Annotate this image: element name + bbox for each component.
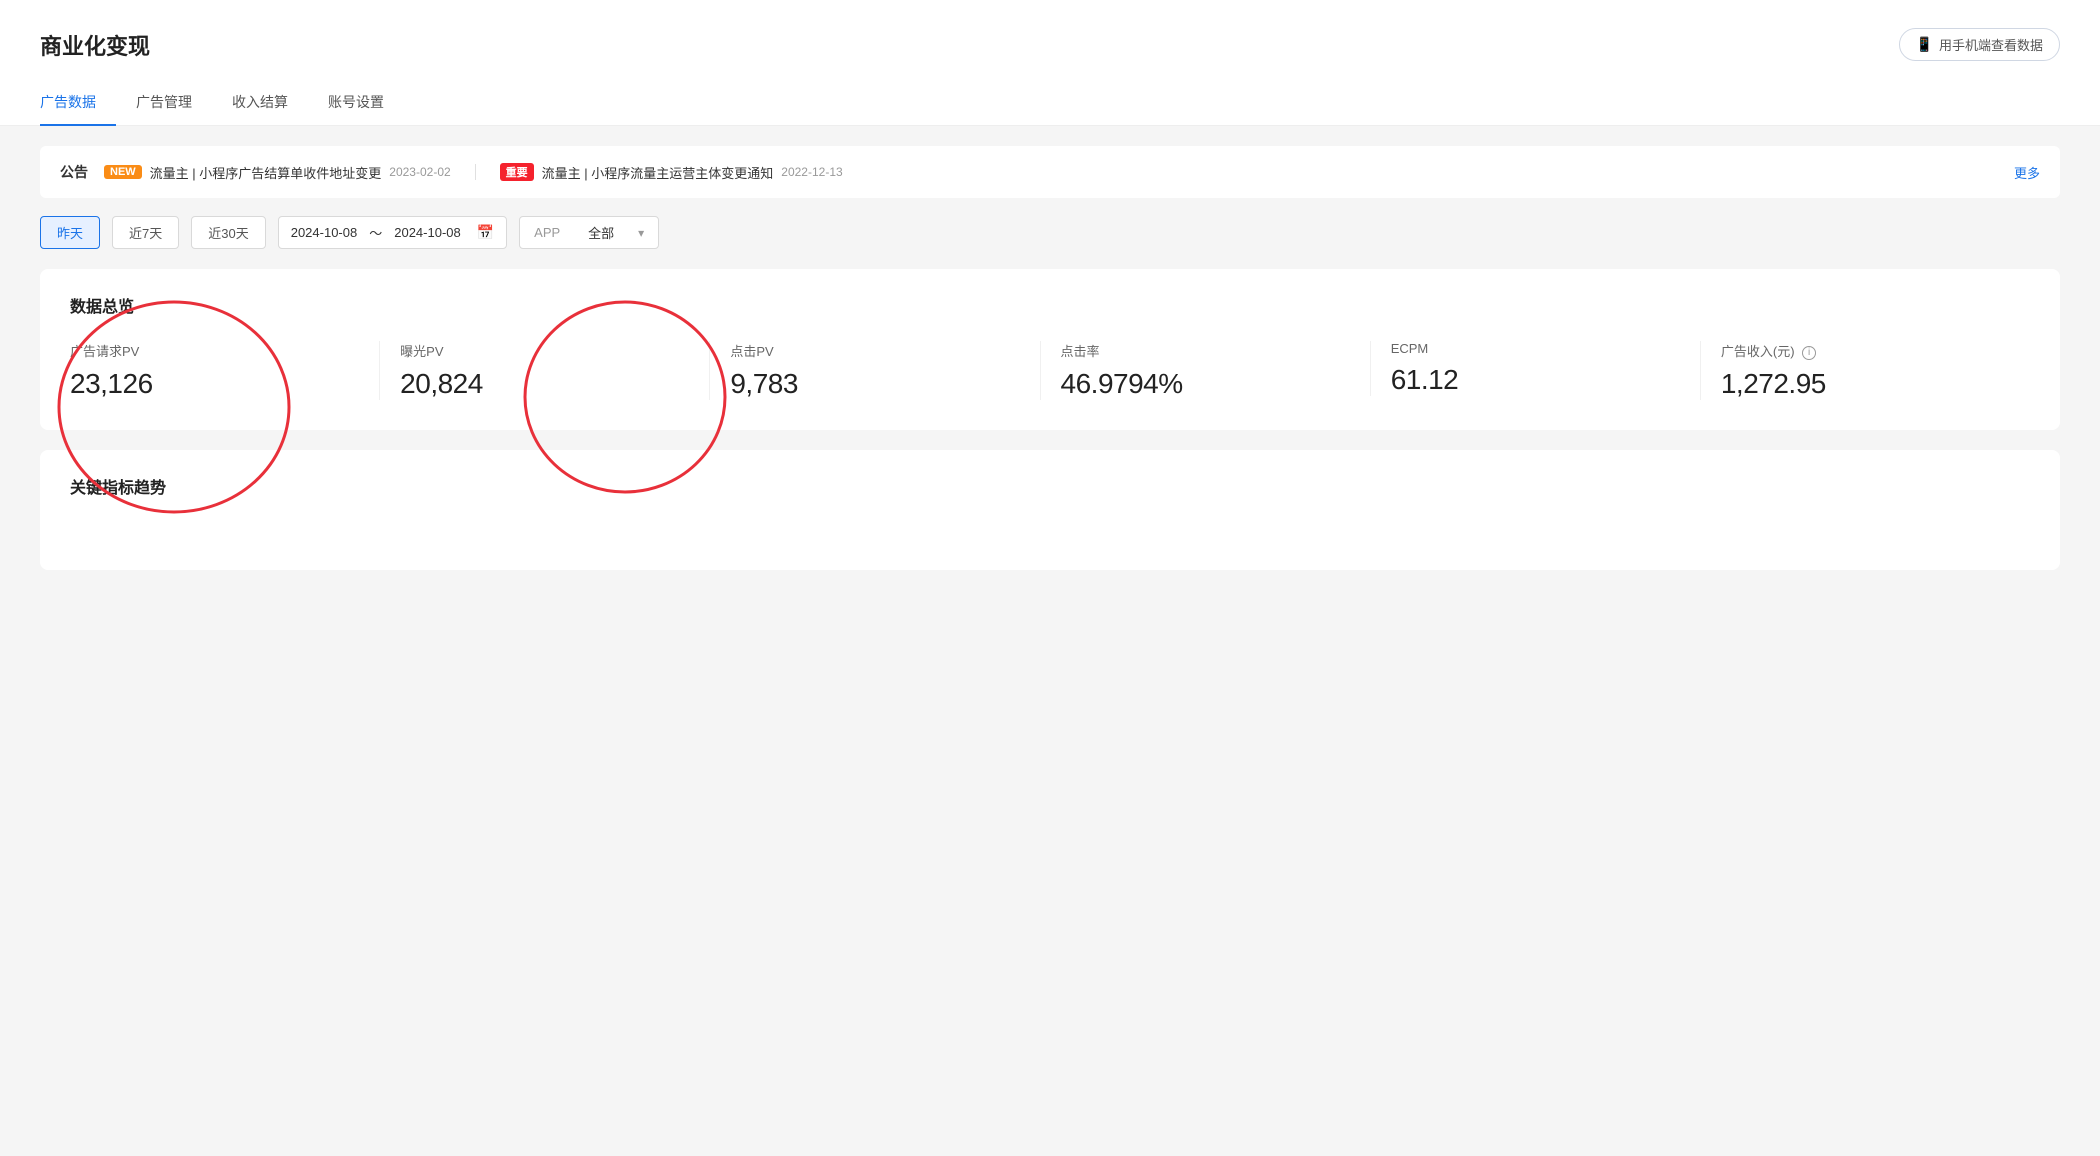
calendar-icon: 📅 xyxy=(477,224,494,241)
filter-yesterday[interactable]: 昨天 xyxy=(40,216,100,249)
header-area: 商业化变现 📱 用手机端查看数据 广告数据 广告管理 收入结算 账号设置 xyxy=(0,0,2100,126)
stat-label-ecpm: ECPM xyxy=(1391,341,1680,356)
info-icon-revenue[interactable]: i xyxy=(1802,346,1816,360)
stats-row: 广告请求PV 23,126 曝光PV 20,824 点击PV 9,783 点击率… xyxy=(70,341,2030,400)
stat-value-exposure-pv: 20,824 xyxy=(400,368,689,400)
stat-ad-revenue: 广告收入(元) i 1,272.95 xyxy=(1700,341,2030,400)
content-area: 公告 NEW 流量主 | 小程序广告结算单收件地址变更 2023-02-02 重… xyxy=(0,126,2100,610)
tab-income[interactable]: 收入结算 xyxy=(232,82,308,126)
announcement-date-1: 2023-02-02 xyxy=(389,165,450,179)
more-link[interactable]: 更多 xyxy=(2014,163,2040,182)
date-range-picker[interactable]: 2024-10-08 ～ 2024-10-08 📅 xyxy=(278,216,507,249)
mobile-view-button[interactable]: 📱 用手机端查看数据 xyxy=(1899,28,2060,61)
date-separator: ～ xyxy=(369,223,382,242)
stat-exposure-pv: 曝光PV 20,824 xyxy=(379,341,709,400)
stat-ad-request-pv: 广告请求PV 23,126 xyxy=(70,341,379,400)
stat-click-pv: 点击PV 9,783 xyxy=(709,341,1039,400)
stat-label-ad-revenue: 广告收入(元) i xyxy=(1721,341,2010,360)
stat-value-ecpm: 61.12 xyxy=(1391,364,1680,396)
stat-label-click-pv: 点击PV xyxy=(730,341,1019,360)
trend-section-title: 关键指标趋势 xyxy=(70,474,2030,498)
announcement-label: 公告 xyxy=(60,162,88,182)
stat-label-ad-request-pv: 广告请求PV xyxy=(70,341,359,360)
announcement-date-2: 2022-12-13 xyxy=(781,165,842,179)
announcement-text-2[interactable]: 流量主 | 小程序流量主运营主体变更通知 xyxy=(542,163,774,182)
stat-value-ad-request-pv: 23,126 xyxy=(70,368,359,400)
announcement-item-1: NEW 流量主 | 小程序广告结算单收件地址变更 2023-02-02 xyxy=(104,163,451,182)
stats-section-title: 数据总览 xyxy=(70,293,2030,317)
stat-value-click-pv: 9,783 xyxy=(730,368,1019,400)
announcement-item-2: 重要 流量主 | 小程序流量主运营主体变更通知 2022-12-13 xyxy=(500,163,843,182)
stats-card-wrapper: 数据总览 广告请求PV 23,126 曝光PV 20,824 点击PV 9,78… xyxy=(40,269,2060,430)
app-filter[interactable]: APP 全部 ▾ xyxy=(519,216,659,249)
badge-new: NEW xyxy=(104,165,142,179)
app-filter-value: 全部 xyxy=(588,223,614,242)
announcement-divider xyxy=(475,164,476,180)
stat-ecpm: ECPM 61.12 xyxy=(1370,341,1700,396)
page-title: 商业化变现 xyxy=(40,29,150,61)
trend-card: 关键指标趋势 xyxy=(40,450,2060,570)
date-to: 2024-10-08 xyxy=(394,225,461,240)
stat-label-exposure-pv: 曝光PV xyxy=(400,341,689,360)
stat-value-ad-revenue: 1,272.95 xyxy=(1721,368,2010,400)
app-filter-label: APP xyxy=(534,225,560,240)
stat-value-click-rate: 46.9794% xyxy=(1061,368,1350,400)
tab-ad-manage[interactable]: 广告管理 xyxy=(136,82,212,126)
stats-card: 数据总览 广告请求PV 23,126 曝光PV 20,824 点击PV 9,78… xyxy=(40,269,2060,430)
announcement-bar: 公告 NEW 流量主 | 小程序广告结算单收件地址变更 2023-02-02 重… xyxy=(40,146,2060,198)
badge-important: 重要 xyxy=(500,163,534,181)
announcement-text-1[interactable]: 流量主 | 小程序广告结算单收件地址变更 xyxy=(150,163,382,182)
mobile-btn-label: 用手机端查看数据 xyxy=(1939,35,2043,54)
stat-click-rate: 点击率 46.9794% xyxy=(1040,341,1370,400)
phone-icon: 📱 xyxy=(1916,36,1933,53)
tab-ad-data[interactable]: 广告数据 xyxy=(40,82,116,126)
filter-bar: 昨天 近7天 近30天 2024-10-08 ～ 2024-10-08 📅 AP… xyxy=(40,216,2060,249)
tab-account[interactable]: 账号设置 xyxy=(328,82,404,126)
tabs-bar: 广告数据 广告管理 收入结算 账号设置 xyxy=(40,81,2060,125)
chevron-down-icon: ▾ xyxy=(638,226,644,240)
page-wrapper: 商业化变现 📱 用手机端查看数据 广告数据 广告管理 收入结算 账号设置 公告 … xyxy=(0,0,2100,1156)
stat-label-click-rate: 点击率 xyxy=(1061,341,1350,360)
date-from: 2024-10-08 xyxy=(291,225,358,240)
filter-7days[interactable]: 近7天 xyxy=(112,216,179,249)
filter-30days[interactable]: 近30天 xyxy=(191,216,265,249)
header-top: 商业化变现 📱 用手机端查看数据 xyxy=(40,28,2060,61)
